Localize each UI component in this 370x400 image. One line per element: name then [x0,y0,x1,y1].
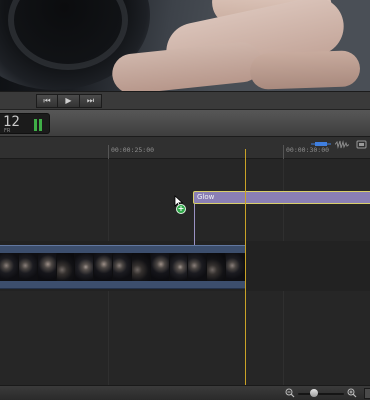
appearance-button[interactable] [364,388,370,399]
ruler-tick [283,145,284,159]
connected-clip-connector [194,204,195,245]
zoom-slider-track[interactable] [298,393,344,395]
playhead[interactable] [245,149,246,385]
filmstrip-frame [207,253,227,281]
filmstrip-frame [113,253,132,281]
filmstrip-frame [94,253,114,281]
skip-forward-icon: ⏭ [86,96,95,105]
filmstrip-frame [75,253,95,281]
title-clip-label: Glow [197,193,215,201]
transport-controls: ⏮ ▶ ⏭ [36,94,102,108]
filmstrip-frame [226,253,245,281]
timeline-ruler[interactable]: 00:00:25:00 00:00:30:00 [0,137,370,159]
transport-bar: ⏮ ▶ ⏭ [0,91,370,110]
timecode-unit: FR [4,128,11,134]
filmstrip-frame [37,253,57,281]
zoom-out-icon[interactable] [285,388,295,398]
skimming-icon[interactable] [355,140,369,150]
hand-image [249,50,361,90]
play-button[interactable]: ▶ [58,94,80,108]
filmstrip-frame [131,253,151,281]
skip-forward-button[interactable]: ⏭ [80,94,102,108]
timeline-toolbar: 12 FR [0,110,370,137]
skip-back-button[interactable]: ⏮ [36,94,58,108]
zoom-in-icon[interactable] [347,388,357,398]
blue-clip-icon[interactable] [311,140,331,149]
title-clip-glow[interactable]: Glow [193,191,370,204]
clip-filmstrip [0,253,245,281]
ruler-tick [108,145,109,159]
audio-meter-left [34,119,37,131]
play-icon: ▶ [65,96,72,105]
filmstrip-frame [0,253,19,281]
video-clip[interactable] [0,245,246,289]
filmstrip-frame [18,253,38,281]
timeline-bottom-bar [0,385,370,400]
video-viewer[interactable] [0,0,370,91]
zoom-slider-knob[interactable] [310,389,319,397]
add-plus-icon: + [176,204,186,214]
filmstrip-frame [150,253,170,281]
filmstrip-frame [188,253,208,281]
audio-meter-right [39,119,42,131]
timecode-display[interactable]: 12 FR [0,113,50,134]
audio-waveform-icon[interactable] [335,140,349,149]
filmstrip-frame [56,253,76,281]
filmstrip-frame [169,253,189,281]
ruler-mark: 00:00:25:00 [111,146,155,154]
skip-back-icon: ⏮ [43,96,51,105]
